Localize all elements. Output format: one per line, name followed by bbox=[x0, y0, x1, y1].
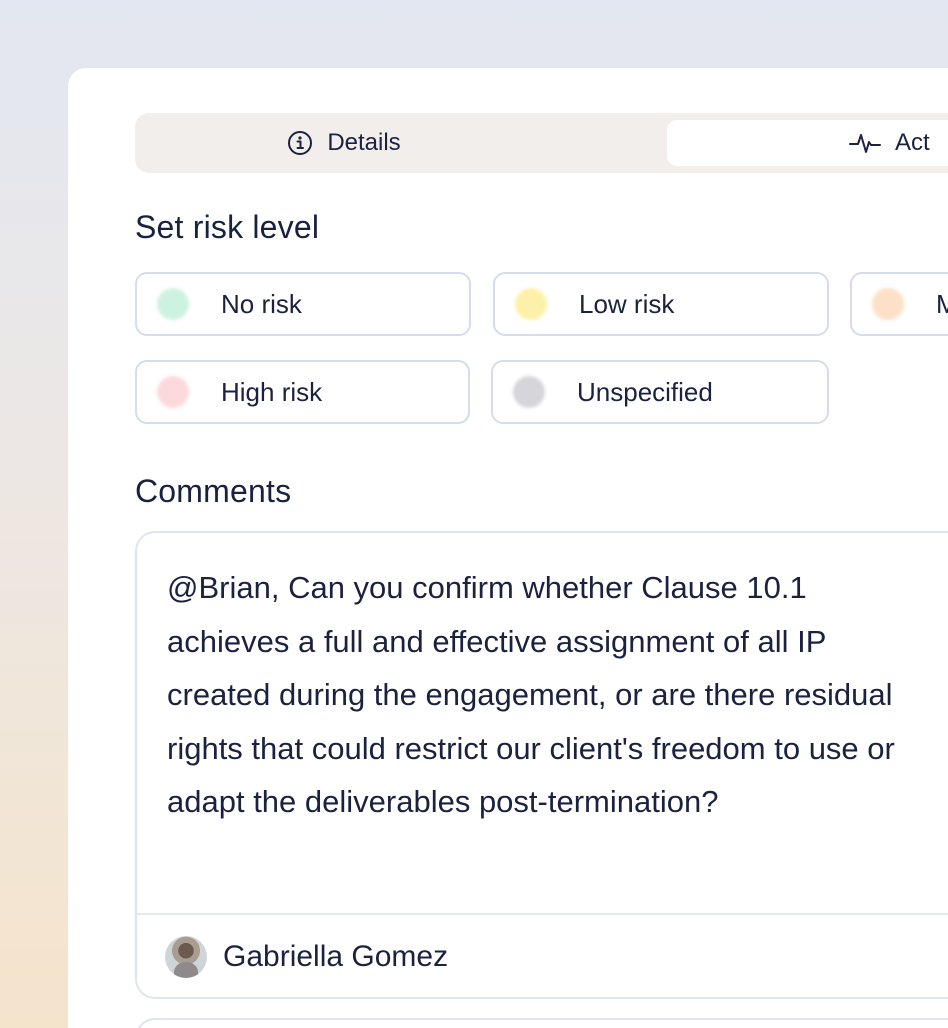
tab-details-label: Details bbox=[327, 129, 401, 156]
comment-author: Gabriella Gomez bbox=[165, 935, 448, 979]
avatar bbox=[165, 936, 207, 978]
app-window: Details Act Set risk level No risk Low r… bbox=[0, 0, 948, 1028]
risk-option-low-risk[interactable]: Low risk bbox=[493, 272, 829, 336]
risk-option-unspecified[interactable]: Unspecified bbox=[491, 360, 829, 424]
tab-details[interactable]: Details bbox=[135, 120, 553, 166]
author-name: Gabriella Gomez bbox=[223, 940, 449, 973]
comment-text: @Brian, Can you confirm whether Clause 1… bbox=[167, 570, 895, 819]
risk-dot-icon bbox=[515, 288, 547, 320]
comments-heading: Comments bbox=[135, 473, 292, 509]
risk-dot-icon bbox=[157, 288, 189, 320]
details-panel: Details Act Set risk level No risk Low r… bbox=[68, 68, 948, 1028]
comment-divider bbox=[137, 913, 948, 915]
risk-option-label: Unspecified bbox=[577, 376, 713, 407]
risk-option-label: M bbox=[936, 288, 948, 319]
tab-activity-label: Act bbox=[895, 129, 930, 156]
info-icon bbox=[287, 130, 313, 156]
risk-option-label: Low risk bbox=[579, 288, 675, 319]
risk-option-high-risk[interactable]: High risk bbox=[135, 360, 470, 424]
risk-dot-icon bbox=[513, 376, 545, 408]
risk-dot-icon bbox=[872, 288, 904, 320]
comment-card-partial bbox=[135, 1018, 948, 1028]
risk-dot-icon bbox=[157, 376, 189, 408]
risk-level-heading: Set risk level bbox=[135, 209, 320, 245]
risk-option-medium-risk[interactable]: M bbox=[850, 272, 948, 336]
pulse-icon bbox=[849, 130, 881, 156]
comment-card: @Brian, Can you confirm whether Clause 1… bbox=[135, 531, 948, 999]
tab-activity[interactable]: Act bbox=[667, 120, 948, 166]
risk-option-no-risk[interactable]: No risk bbox=[135, 272, 471, 336]
risk-option-label: High risk bbox=[221, 376, 323, 407]
tab-bar: Details Act bbox=[135, 113, 948, 173]
risk-option-label: No risk bbox=[221, 288, 302, 319]
